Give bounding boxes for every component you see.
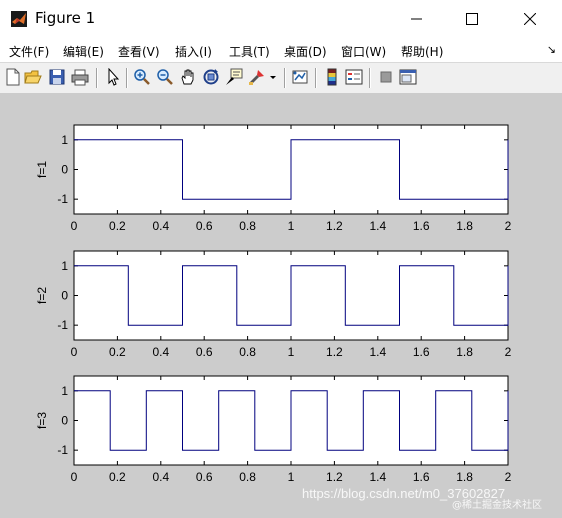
arrow-select-icon[interactable]: [104, 68, 122, 86]
zoom-out-icon[interactable]: [156, 68, 174, 86]
brush-icon[interactable]: [248, 68, 266, 86]
y-tick-label: -1: [57, 192, 68, 206]
menu-view[interactable]: 查看(V): [118, 43, 160, 60]
colorbar-icon[interactable]: [323, 68, 341, 86]
x-tick-label: 1.6: [413, 345, 430, 359]
brush-dropdown-icon[interactable]: [268, 68, 278, 86]
x-tick-label: 1.2: [326, 345, 343, 359]
x-tick-label: 0.2: [109, 219, 126, 233]
axes-3: 0 0.2 0.4 0.6 0.8 1 1.2 1.4 1.6 1.8 210-1f=3: [35, 375, 512, 484]
minimize-button[interactable]: [394, 0, 440, 38]
new-figure-icon[interactable]: [4, 68, 22, 86]
x-tick-label: 1: [288, 345, 295, 359]
x-tick-label: 0.6: [196, 345, 213, 359]
x-tick-label: 0.8: [239, 345, 256, 359]
menu-tools[interactable]: 工具(T): [229, 43, 270, 60]
x-tick-label: 2: [505, 470, 512, 484]
toolbar-separator: [126, 68, 128, 88]
toolbar-separator: [369, 68, 371, 88]
menu-insert[interactable]: 插入(I): [175, 43, 212, 60]
x-tick-label: 0: [71, 470, 78, 484]
menu-help[interactable]: 帮助(H): [401, 43, 443, 60]
toolbar-separator: [284, 68, 286, 88]
show-plot-tools-icon[interactable]: [399, 68, 417, 86]
x-tick-label: 1.4: [369, 470, 386, 484]
y-tick-label: -1: [57, 318, 68, 332]
y-axis-label: f=1: [35, 161, 49, 178]
toolbar-separator: [96, 68, 98, 88]
watermark-sub: @稀土掘金技术社区: [452, 500, 542, 511]
x-tick-label: 1.2: [326, 470, 343, 484]
x-tick-label: 0.4: [152, 345, 169, 359]
y-axis-label: f=2: [35, 287, 49, 304]
x-tick-label: 2: [505, 345, 512, 359]
y-axis-label: f=3: [35, 412, 49, 429]
close-button[interactable]: [507, 0, 553, 38]
x-tick-label: 0.4: [152, 470, 169, 484]
link-plot-icon[interactable]: [291, 68, 309, 86]
x-tick-label: 0.4: [152, 219, 169, 233]
x-tick-label: 1.2: [326, 219, 343, 233]
legend-icon[interactable]: [345, 68, 363, 86]
x-tick-label: 0.6: [196, 219, 213, 233]
x-tick-label: 1.8: [456, 345, 473, 359]
x-tick-label: 1.6: [413, 470, 430, 484]
x-tick-label: 0.2: [109, 345, 126, 359]
minimize-icon: [411, 18, 422, 20]
rotate-3d-icon[interactable]: [202, 68, 220, 86]
x-tick-label: 0: [71, 345, 78, 359]
axes-2: 0 0.2 0.4 0.6 0.8 1 1.2 1.4 1.6 1.8 210-1f=2: [35, 250, 512, 359]
menu-bar: 文件(F) 编辑(E) 查看(V) 插入(I) 工具(T) 桌面(D) 窗口(W…: [0, 38, 562, 62]
zoom-in-icon[interactable]: [133, 68, 151, 86]
x-tick-label: 0.8: [239, 219, 256, 233]
maximize-button[interactable]: [449, 0, 495, 38]
x-tick-label: 1: [288, 470, 295, 484]
x-tick-label: 1.8: [456, 219, 473, 233]
title-bar: Figure 1: [0, 0, 562, 38]
open-file-icon[interactable]: [24, 68, 42, 86]
x-tick-label: 1.4: [369, 345, 386, 359]
close-icon: [524, 13, 536, 25]
figure-canvas[interactable]: 0 0.2 0.4 0.6 0.8 1 1.2 1.4 1.6 1.8 2 1 0 -1 f=1 0 0.2 0.…: [0, 93, 562, 514]
x-tick-label: 1: [288, 219, 295, 233]
matlab-logo-icon: [11, 11, 27, 27]
x-tick-label: 2: [505, 219, 512, 233]
subplots-svg: 0 0.2 0.4 0.6 0.8 1 1.2 1.4 1.6 1.8 210-1f=10 0.2 0.…: [35, 124, 512, 484]
hide-plot-tools-icon[interactable]: [377, 68, 395, 86]
print-icon[interactable]: [71, 68, 89, 86]
y-tick-label: 0: [61, 414, 68, 428]
y-tick-label: 1: [61, 133, 68, 147]
window-title: Figure 1: [35, 9, 96, 27]
save-icon[interactable]: [48, 68, 66, 86]
y-tick-label: 0: [61, 289, 68, 303]
x-tick-label: 0.6: [196, 470, 213, 484]
figure-toolbar: [0, 62, 562, 94]
y-tick-label: -1: [57, 443, 68, 457]
y-tick-label: 1: [61, 384, 68, 398]
menu-desktop[interactable]: 桌面(D): [284, 43, 327, 60]
menu-window[interactable]: 窗口(W): [341, 43, 386, 60]
axes-1: 0 0.2 0.4 0.6 0.8 1 1.2 1.4 1.6 1.8 210-1f=1: [35, 124, 512, 233]
menu-edit[interactable]: 编辑(E): [63, 43, 104, 60]
y-tick-label: 1: [61, 259, 68, 273]
x-tick-label: 1.6: [413, 219, 430, 233]
toolbar-separator: [315, 68, 317, 88]
data-cursor-icon[interactable]: [225, 68, 243, 86]
x-tick-label: 1.4: [369, 219, 386, 233]
x-tick-label: 0.8: [239, 470, 256, 484]
menu-file[interactable]: 文件(F): [9, 43, 49, 60]
dock-arrow-icon[interactable]: ↘: [547, 43, 556, 56]
x-tick-label: 0.2: [109, 470, 126, 484]
pan-hand-icon[interactable]: [179, 68, 197, 86]
x-tick-label: 1.8: [456, 470, 473, 484]
maximize-icon: [466, 13, 478, 25]
x-tick-label: 0: [71, 219, 78, 233]
y-tick-label: 0: [61, 163, 68, 177]
